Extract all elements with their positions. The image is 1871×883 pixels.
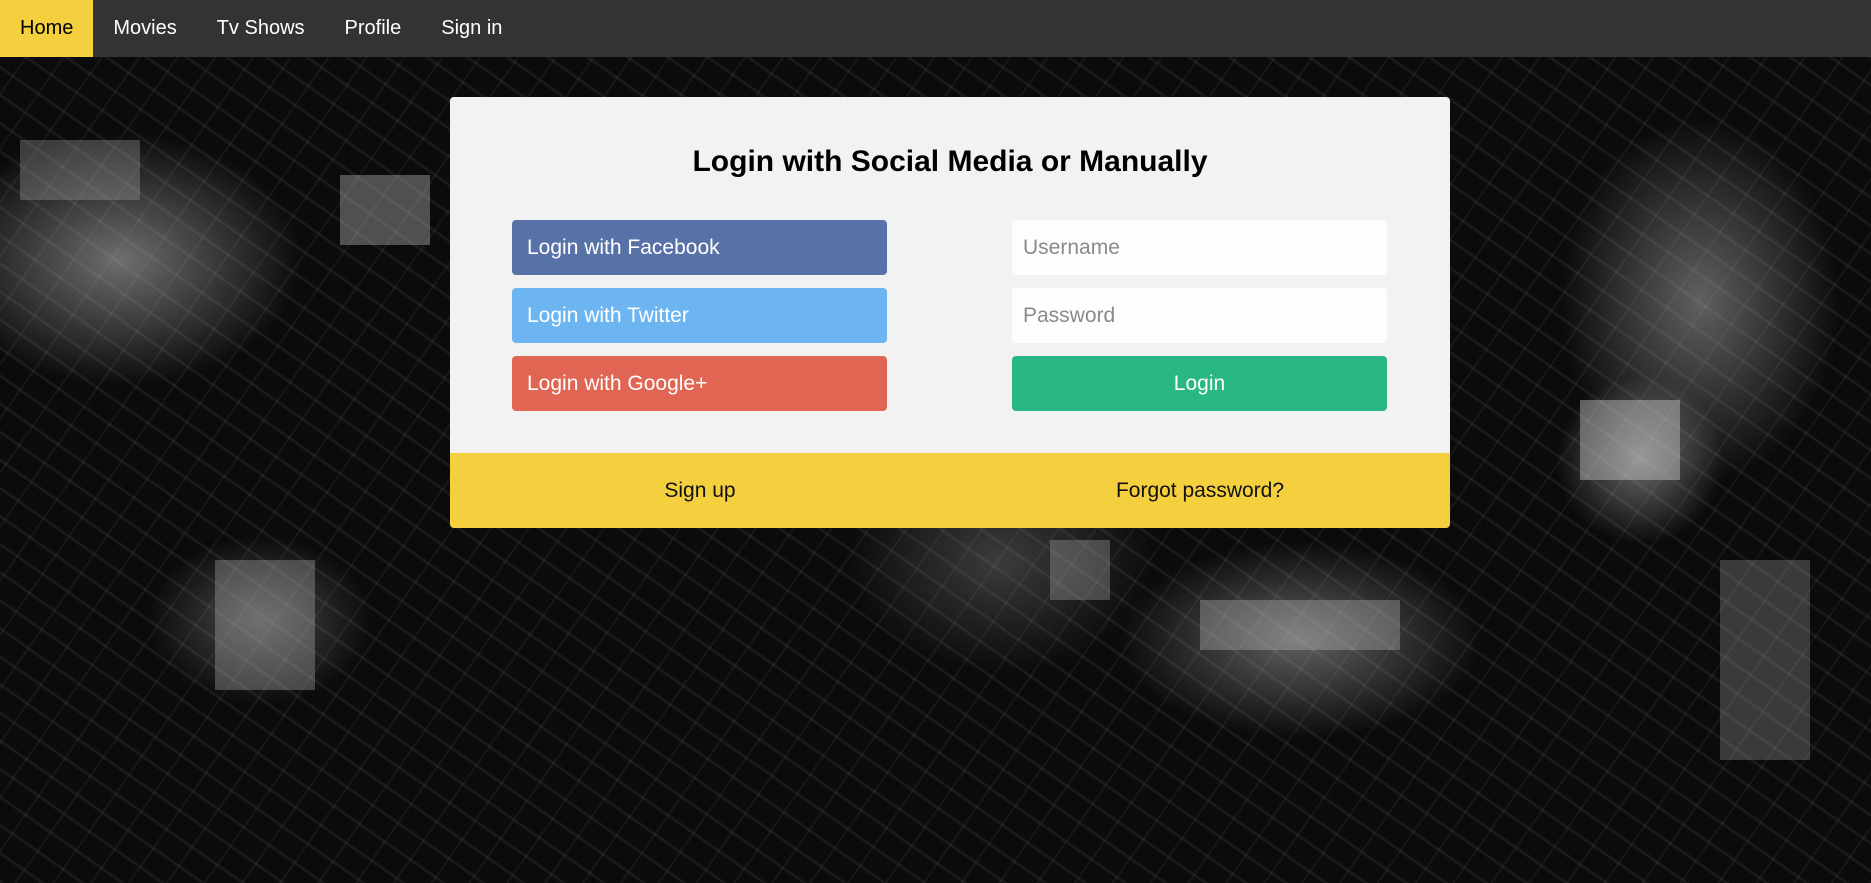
forgot-password-link[interactable]: Forgot password? (950, 453, 1450, 528)
google-login-button[interactable]: Login with Google+ (512, 356, 887, 411)
password-input[interactable] (1012, 288, 1387, 343)
nav-item-profile[interactable]: Profile (325, 0, 422, 57)
background-shape (1580, 400, 1680, 480)
background-shape (20, 140, 140, 200)
login-title: Login with Social Media or Manually (692, 145, 1208, 178)
facebook-login-button[interactable]: Login with Facebook (512, 220, 887, 275)
nav-item-home[interactable]: Home (0, 0, 94, 57)
social-login-column: Login with Facebook Login with Twitter L… (512, 220, 887, 424)
nav-item-tv-shows[interactable]: Tv Shows (197, 0, 325, 57)
background-shape (340, 175, 430, 245)
top-navbar: Home Movies Tv Shows Profile Sign in (0, 0, 1871, 57)
nav-item-sign-in[interactable]: Sign in (421, 0, 522, 57)
signup-link[interactable]: Sign up (450, 453, 950, 528)
background-shape (1720, 560, 1810, 760)
twitter-login-button[interactable]: Login with Twitter (512, 288, 887, 343)
manual-login-column: Login (1012, 220, 1387, 411)
background-shape (1200, 600, 1400, 650)
username-input[interactable] (1012, 220, 1387, 275)
background-shape (1050, 540, 1110, 600)
nav-item-movies[interactable]: Movies (93, 0, 196, 57)
login-button[interactable]: Login (1012, 356, 1387, 411)
login-card: Login with Social Media or Manually Logi… (450, 97, 1450, 453)
login-footer: Sign up Forgot password? (450, 453, 1450, 528)
background-shape (215, 560, 315, 690)
